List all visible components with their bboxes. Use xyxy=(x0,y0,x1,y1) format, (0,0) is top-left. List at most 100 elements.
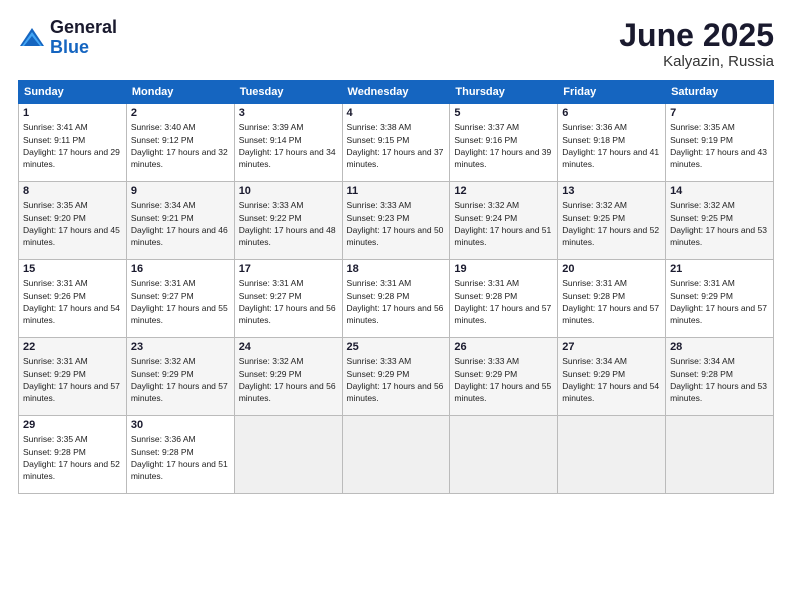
logo-blue: Blue xyxy=(50,38,117,58)
table-row: 12 Sunrise: 3:32 AM Sunset: 9:24 PM Dayli… xyxy=(450,182,558,260)
day-number: 5 xyxy=(454,107,553,119)
calendar-table: Sunday Monday Tuesday Wednesday Thursday… xyxy=(18,80,774,494)
table-row: 20 Sunrise: 3:31 AM Sunset: 9:28 PM Dayli… xyxy=(558,260,666,338)
day-info: Sunrise: 3:31 AM Sunset: 9:27 PM Dayligh… xyxy=(239,277,338,326)
table-row xyxy=(666,416,774,494)
day-number: 24 xyxy=(239,341,338,353)
table-row: 8 Sunrise: 3:35 AM Sunset: 9:20 PM Daylig… xyxy=(19,182,127,260)
day-info: Sunrise: 3:34 AM Sunset: 9:21 PM Dayligh… xyxy=(131,199,230,248)
table-row: 26Sunrise: 3:33 AM Sunset: 9:29 PM Dayli… xyxy=(450,338,558,416)
logo-general: General xyxy=(50,18,117,38)
day-number: 12 xyxy=(454,185,553,197)
col-saturday: Saturday xyxy=(666,81,774,104)
calendar-week-3: 15 Sunrise: 3:31 AM Sunset: 9:26 PM Dayli… xyxy=(19,260,774,338)
table-row: 17Sunrise: 3:31 AM Sunset: 9:27 PM Dayli… xyxy=(234,260,342,338)
logo: General Blue xyxy=(18,18,117,58)
table-row: 9 Sunrise: 3:34 AM Sunset: 9:21 PM Daylig… xyxy=(126,182,234,260)
logo-text: General Blue xyxy=(50,18,117,58)
table-row xyxy=(558,416,666,494)
day-number: 22 xyxy=(23,341,122,353)
day-number: 21 xyxy=(670,263,769,275)
col-friday: Friday xyxy=(558,81,666,104)
table-row: 21 Sunrise: 3:31 AM Sunset: 9:29 PM Dayli… xyxy=(666,260,774,338)
day-info: Sunrise: 3:33 AM Sunset: 9:22 PM Dayligh… xyxy=(239,199,338,248)
col-sunday: Sunday xyxy=(19,81,127,104)
table-row: 5 Sunrise: 3:37 AM Sunset: 9:16 PM Daylig… xyxy=(450,104,558,182)
table-row: 15 Sunrise: 3:31 AM Sunset: 9:26 PM Dayli… xyxy=(19,260,127,338)
table-row: 28 Sunrise: 3:34 AM Sunset: 9:28 PM Dayli… xyxy=(666,338,774,416)
table-row: 13 Sunrise: 3:32 AM Sunset: 9:25 PM Dayli… xyxy=(558,182,666,260)
day-number: 1 xyxy=(23,107,122,119)
day-info: Sunrise: 3:33 AM Sunset: 9:23 PM Dayligh… xyxy=(347,199,446,248)
day-number: 11 xyxy=(347,185,446,197)
day-info: Sunrise: 3:36 AM Sunset: 9:28 PM Dayligh… xyxy=(131,433,230,482)
table-row: 1 Sunrise: 3:41 AM Sunset: 9:11 PM Daylig… xyxy=(19,104,127,182)
col-thursday: Thursday xyxy=(450,81,558,104)
day-number: 23 xyxy=(131,341,230,353)
day-number: 30 xyxy=(131,419,230,431)
table-row: 10 Sunrise: 3:33 AM Sunset: 9:22 PM Dayli… xyxy=(234,182,342,260)
day-info: Sunrise: 3:32 AM Sunset: 9:24 PM Dayligh… xyxy=(454,199,553,248)
calendar-week-2: 8 Sunrise: 3:35 AM Sunset: 9:20 PM Daylig… xyxy=(19,182,774,260)
day-info: Sunrise: 3:31 AM Sunset: 9:28 PM Dayligh… xyxy=(347,277,446,326)
day-number: 15 xyxy=(23,263,122,275)
day-number: 29 xyxy=(23,419,122,431)
day-number: 16 xyxy=(131,263,230,275)
calendar-week-1: 1 Sunrise: 3:41 AM Sunset: 9:11 PM Daylig… xyxy=(19,104,774,182)
day-number: 18 xyxy=(347,263,446,275)
day-info: Sunrise: 3:31 AM Sunset: 9:28 PM Dayligh… xyxy=(562,277,661,326)
day-number: 19 xyxy=(454,263,553,275)
day-info: Sunrise: 3:32 AM Sunset: 9:25 PM Dayligh… xyxy=(562,199,661,248)
day-info: Sunrise: 3:41 AM Sunset: 9:11 PM Dayligh… xyxy=(23,121,122,170)
day-info: Sunrise: 3:32 AM Sunset: 9:25 PM Dayligh… xyxy=(670,199,769,248)
table-row: 14 Sunrise: 3:32 AM Sunset: 9:25 PM Dayli… xyxy=(666,182,774,260)
calendar-week-4: 22 Sunrise: 3:31 AM Sunset: 9:29 PM Dayli… xyxy=(19,338,774,416)
table-row: 22 Sunrise: 3:31 AM Sunset: 9:29 PM Dayli… xyxy=(19,338,127,416)
day-number: 20 xyxy=(562,263,661,275)
day-info: Sunrise: 3:35 AM Sunset: 9:19 PM Dayligh… xyxy=(670,121,769,170)
day-number: 6 xyxy=(562,107,661,119)
day-info: Sunrise: 3:37 AM Sunset: 9:16 PM Dayligh… xyxy=(454,121,553,170)
logo-icon xyxy=(18,24,46,52)
day-number: 7 xyxy=(670,107,769,119)
table-row: 19 Sunrise: 3:31 AM Sunset: 9:28 PM Dayli… xyxy=(450,260,558,338)
table-row: 24 Sunrise: 3:32 AM Sunset: 9:29 PM Dayli… xyxy=(234,338,342,416)
col-monday: Monday xyxy=(126,81,234,104)
day-number: 9 xyxy=(131,185,230,197)
day-number: 13 xyxy=(562,185,661,197)
day-number: 10 xyxy=(239,185,338,197)
day-number: 26 xyxy=(454,341,553,353)
day-info: Sunrise: 3:31 AM Sunset: 9:27 PM Dayligh… xyxy=(131,277,230,326)
day-info: Sunrise: 3:36 AM Sunset: 9:18 PM Dayligh… xyxy=(562,121,661,170)
table-row xyxy=(234,416,342,494)
day-number: 3 xyxy=(239,107,338,119)
table-row: 29 Sunrise: 3:35 AM Sunset: 9:28 PM Dayli… xyxy=(19,416,127,494)
day-info: Sunrise: 3:32 AM Sunset: 9:29 PM Dayligh… xyxy=(239,355,338,404)
day-info: Sunrise: 3:35 AM Sunset: 9:28 PM Dayligh… xyxy=(23,433,122,482)
table-row: 25Sunrise: 3:33 AM Sunset: 9:29 PM Dayli… xyxy=(342,338,450,416)
day-info: Sunrise: 3:40 AM Sunset: 9:12 PM Dayligh… xyxy=(131,121,230,170)
day-info: Sunrise: 3:34 AM Sunset: 9:29 PM Dayligh… xyxy=(562,355,661,404)
day-info: Sunrise: 3:31 AM Sunset: 9:26 PM Dayligh… xyxy=(23,277,122,326)
table-row: 7 Sunrise: 3:35 AM Sunset: 9:19 PM Daylig… xyxy=(666,104,774,182)
day-info: Sunrise: 3:34 AM Sunset: 9:28 PM Dayligh… xyxy=(670,355,769,404)
day-info: Sunrise: 3:31 AM Sunset: 9:28 PM Dayligh… xyxy=(454,277,553,326)
day-number: 28 xyxy=(670,341,769,353)
day-info: Sunrise: 3:31 AM Sunset: 9:29 PM Dayligh… xyxy=(670,277,769,326)
day-number: 27 xyxy=(562,341,661,353)
table-row: 4Sunrise: 3:38 AM Sunset: 9:15 PM Daylig… xyxy=(342,104,450,182)
day-number: 2 xyxy=(131,107,230,119)
col-tuesday: Tuesday xyxy=(234,81,342,104)
day-number: 14 xyxy=(670,185,769,197)
calendar-header-row: Sunday Monday Tuesday Wednesday Thursday… xyxy=(19,81,774,104)
day-info: Sunrise: 3:35 AM Sunset: 9:20 PM Dayligh… xyxy=(23,199,122,248)
header: General Blue June 2025 Kalyazin, Russia xyxy=(18,18,774,70)
title-block: June 2025 Kalyazin, Russia xyxy=(619,18,774,70)
table-row: 2 Sunrise: 3:40 AM Sunset: 9:12 PM Daylig… xyxy=(126,104,234,182)
day-number: 8 xyxy=(23,185,122,197)
day-info: Sunrise: 3:31 AM Sunset: 9:29 PM Dayligh… xyxy=(23,355,122,404)
day-info: Sunrise: 3:39 AM Sunset: 9:14 PM Dayligh… xyxy=(239,121,338,170)
table-row: 18 Sunrise: 3:31 AM Sunset: 9:28 PM Dayli… xyxy=(342,260,450,338)
table-row xyxy=(450,416,558,494)
table-row: 11 Sunrise: 3:33 AM Sunset: 9:23 PM Dayli… xyxy=(342,182,450,260)
